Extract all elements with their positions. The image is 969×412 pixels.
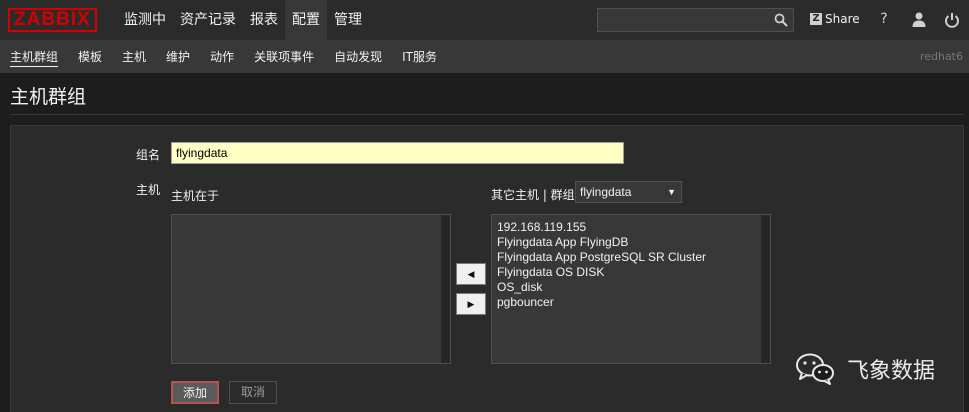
group-select-value: flyingdata (580, 185, 632, 199)
submenu-item-templates[interactable]: 模板 (68, 41, 112, 73)
top-navigation-bar: ZABBIX 监测中 资产记录 报表 配置 管理 Z Share ? (0, 0, 969, 41)
menu-item-inventory[interactable]: 资产记录 (173, 0, 243, 41)
menu-item-reports[interactable]: 报表 (243, 0, 285, 41)
menu-item-administration[interactable]: 管理 (327, 0, 369, 41)
scrollbar[interactable] (441, 215, 450, 363)
group-name-input[interactable]: flyingdata (171, 142, 624, 164)
hosts-label: 主机 (136, 183, 161, 197)
in-group-label: 主机在于 (171, 189, 220, 203)
zabbix-logo[interactable]: ZABBIX (8, 8, 97, 32)
user-icon[interactable] (911, 11, 927, 29)
page-title: 主机群组 (10, 86, 87, 108)
scrollbar[interactable] (761, 215, 770, 363)
submenu-item-it-services[interactable]: IT服务 (392, 41, 447, 73)
other-hosts-list[interactable]: 192.168.119.155 Flyingdata App FlyingDB … (491, 214, 771, 364)
list-item[interactable]: Flyingdata OS DISK (492, 265, 770, 280)
main-menu: 监测中 资产记录 报表 配置 管理 (117, 0, 369, 41)
search-icon[interactable] (774, 13, 788, 27)
caret-down-icon: ▼ (667, 187, 676, 197)
add-button[interactable]: 添加 (171, 381, 219, 404)
submenu-item-maintenance[interactable]: 维护 (156, 41, 200, 73)
move-right-button[interactable]: ▶ (456, 293, 486, 315)
menu-item-monitoring[interactable]: 监测中 (117, 0, 173, 41)
arrow-left-icon: ◀ (467, 269, 475, 279)
submenu-item-discovery[interactable]: 自动发现 (324, 41, 392, 73)
watermark: 飞象数据 (795, 352, 935, 386)
list-item[interactable]: pgbouncer (492, 295, 770, 310)
wechat-icon (796, 353, 834, 385)
share-button[interactable]: Z Share (810, 12, 860, 26)
submenu-item-host-groups[interactable]: 主机群组 (0, 41, 68, 73)
group-name-label: 组名 (136, 148, 161, 162)
menu-item-configuration[interactable]: 配置 (285, 0, 327, 41)
group-select[interactable]: flyingdata ▼ (575, 181, 682, 203)
in-group-hosts-list[interactable] (171, 214, 451, 364)
server-name: redhat6 (919, 50, 963, 63)
search-input[interactable] (597, 8, 794, 32)
title-divider (10, 114, 964, 115)
move-left-button[interactable]: ◀ (456, 263, 486, 285)
submenu-item-hosts[interactable]: 主机 (112, 41, 156, 73)
list-item[interactable]: OS_disk (492, 280, 770, 295)
zabbix-share-icon: Z (810, 13, 822, 25)
list-item[interactable]: Flyingdata App FlyingDB (492, 235, 770, 250)
power-icon[interactable] (944, 11, 960, 29)
submenu-item-actions[interactable]: 动作 (200, 41, 244, 73)
share-label: Share (825, 12, 860, 26)
other-hosts-label: 其它主机 | 群组 (491, 188, 575, 202)
list-item[interactable]: Flyingdata App PostgreSQL SR Cluster (492, 250, 770, 265)
arrow-right-icon: ▶ (467, 299, 475, 309)
help-icon[interactable]: ? (876, 11, 892, 29)
cancel-button[interactable]: 取消 (229, 381, 277, 404)
sub-menu: 主机群组 模板 主机 维护 动作 关联项事件 自动发现 IT服务 (0, 41, 447, 73)
list-item[interactable]: 192.168.119.155 (492, 220, 770, 235)
sub-menu-bar: 主机群组 模板 主机 维护 动作 关联项事件 自动发现 IT服务 redhat6 (0, 41, 969, 73)
watermark-text: 飞象数据 (847, 359, 936, 384)
submenu-item-correlation[interactable]: 关联项事件 (244, 41, 324, 73)
